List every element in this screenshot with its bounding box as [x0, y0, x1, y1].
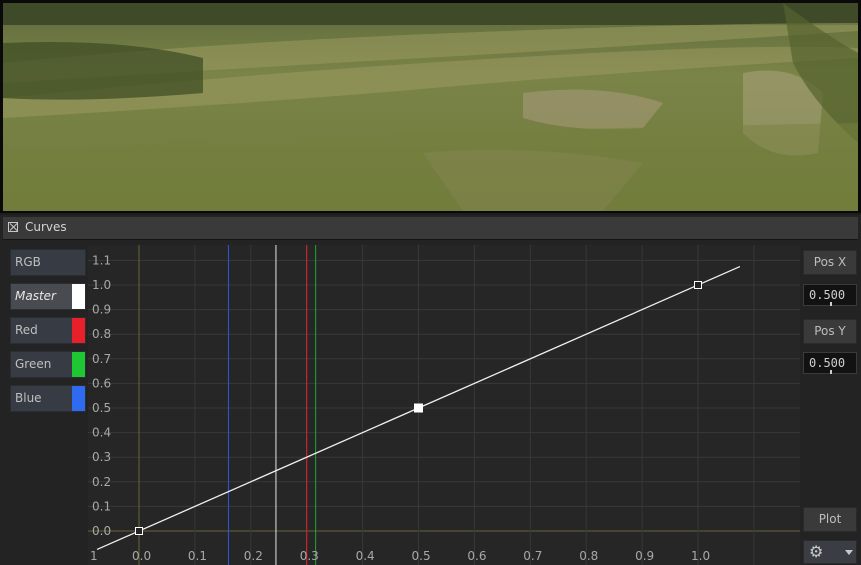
y-tick-label: 0.3 — [92, 450, 111, 464]
pos-x-button[interactable]: Pos X — [803, 250, 857, 275]
chevron-down-icon — [845, 550, 853, 555]
x-tick-label: 0.6 — [467, 549, 486, 563]
y-tick-label: 0.0 — [92, 524, 111, 538]
y-tick-label: 0.4 — [92, 426, 111, 440]
x-tick-label: 0.7 — [523, 549, 542, 563]
x-tick-label: 0.9 — [635, 549, 654, 563]
control-point — [135, 527, 143, 535]
y-tick-label: 0.9 — [92, 303, 111, 317]
pos-x-value: 0.500 — [809, 288, 846, 302]
image-viewer — [0, 0, 861, 213]
pos-y-button[interactable]: Pos Y — [803, 319, 857, 344]
control-point — [694, 281, 702, 289]
channel-button-rgb[interactable]: RGB — [10, 249, 86, 276]
channel-button-blue[interactable]: Blue — [10, 385, 86, 412]
channel-swatch-master — [72, 284, 85, 309]
x-tick-label: 0.3 — [300, 549, 319, 563]
y-tick-label: 0.6 — [92, 376, 111, 390]
channel-button-green[interactable]: Green — [10, 351, 86, 378]
pos-x-input[interactable]: 0.500 — [803, 284, 857, 306]
y-tick-label: 1.0 — [92, 278, 111, 292]
y-tick-label: 0.7 — [92, 352, 111, 366]
pos-y-label: Pos Y — [814, 324, 846, 338]
y-tick-label: 0.2 — [92, 475, 111, 489]
channel-swatch-red — [72, 318, 85, 343]
x-tick-label: 0.8 — [579, 549, 598, 563]
curve-graph[interactable]: 1.1 1.0 0.9 0.8 0.7 0.6 0.5 0.4 0.3 0.2 0.1 0.0 0.0 0… — [88, 245, 800, 565]
y-tick-label: 0.1 — [92, 499, 111, 513]
curves-panel: Curves RGB Master Red Green Blue 1.1 1.0 0… — [0, 215, 861, 565]
gear-icon: ⚙ — [809, 542, 824, 561]
settings-button[interactable]: ⚙ — [803, 540, 857, 564]
channel-label: Green — [15, 357, 52, 371]
x-tick-label: 0.5 — [412, 549, 431, 563]
landscape-image — [3, 3, 858, 211]
channel-button-master[interactable]: Master — [10, 283, 86, 310]
corner-label: 1 — [90, 549, 98, 563]
x-tick-label: 0.1 — [188, 549, 207, 563]
close-icon[interactable] — [8, 222, 18, 232]
panel-title: Curves — [25, 220, 67, 234]
y-tick-label: 0.8 — [92, 327, 111, 341]
pos-x-label: Pos X — [813, 255, 847, 269]
panel-titlebar: Curves — [3, 217, 858, 240]
x-tick-label: 0.2 — [244, 549, 263, 563]
channel-label: Blue — [15, 391, 42, 405]
channel-button-red[interactable]: Red — [10, 317, 86, 344]
y-tick-label: 1.1 — [92, 253, 111, 267]
pos-y-input[interactable]: 0.500 — [803, 352, 857, 374]
x-tick-label: 0.4 — [356, 549, 375, 563]
plot-button[interactable]: Plot — [803, 507, 857, 532]
channel-swatch-green — [72, 352, 85, 377]
channel-swatch-blue — [72, 386, 85, 411]
control-point-selected — [414, 403, 423, 413]
slider-tick — [830, 370, 832, 374]
x-tick-label: 1.0 — [691, 549, 710, 563]
pos-y-value: 0.500 — [809, 356, 846, 370]
channel-label: Red — [15, 323, 38, 337]
channel-label: Master — [15, 289, 56, 303]
channel-label: RGB — [15, 255, 41, 269]
x-tick-label: 0.0 — [132, 549, 151, 563]
slider-tick — [830, 302, 832, 306]
plot-label: Plot — [818, 512, 842, 526]
y-tick-label: 0.5 — [92, 401, 111, 415]
